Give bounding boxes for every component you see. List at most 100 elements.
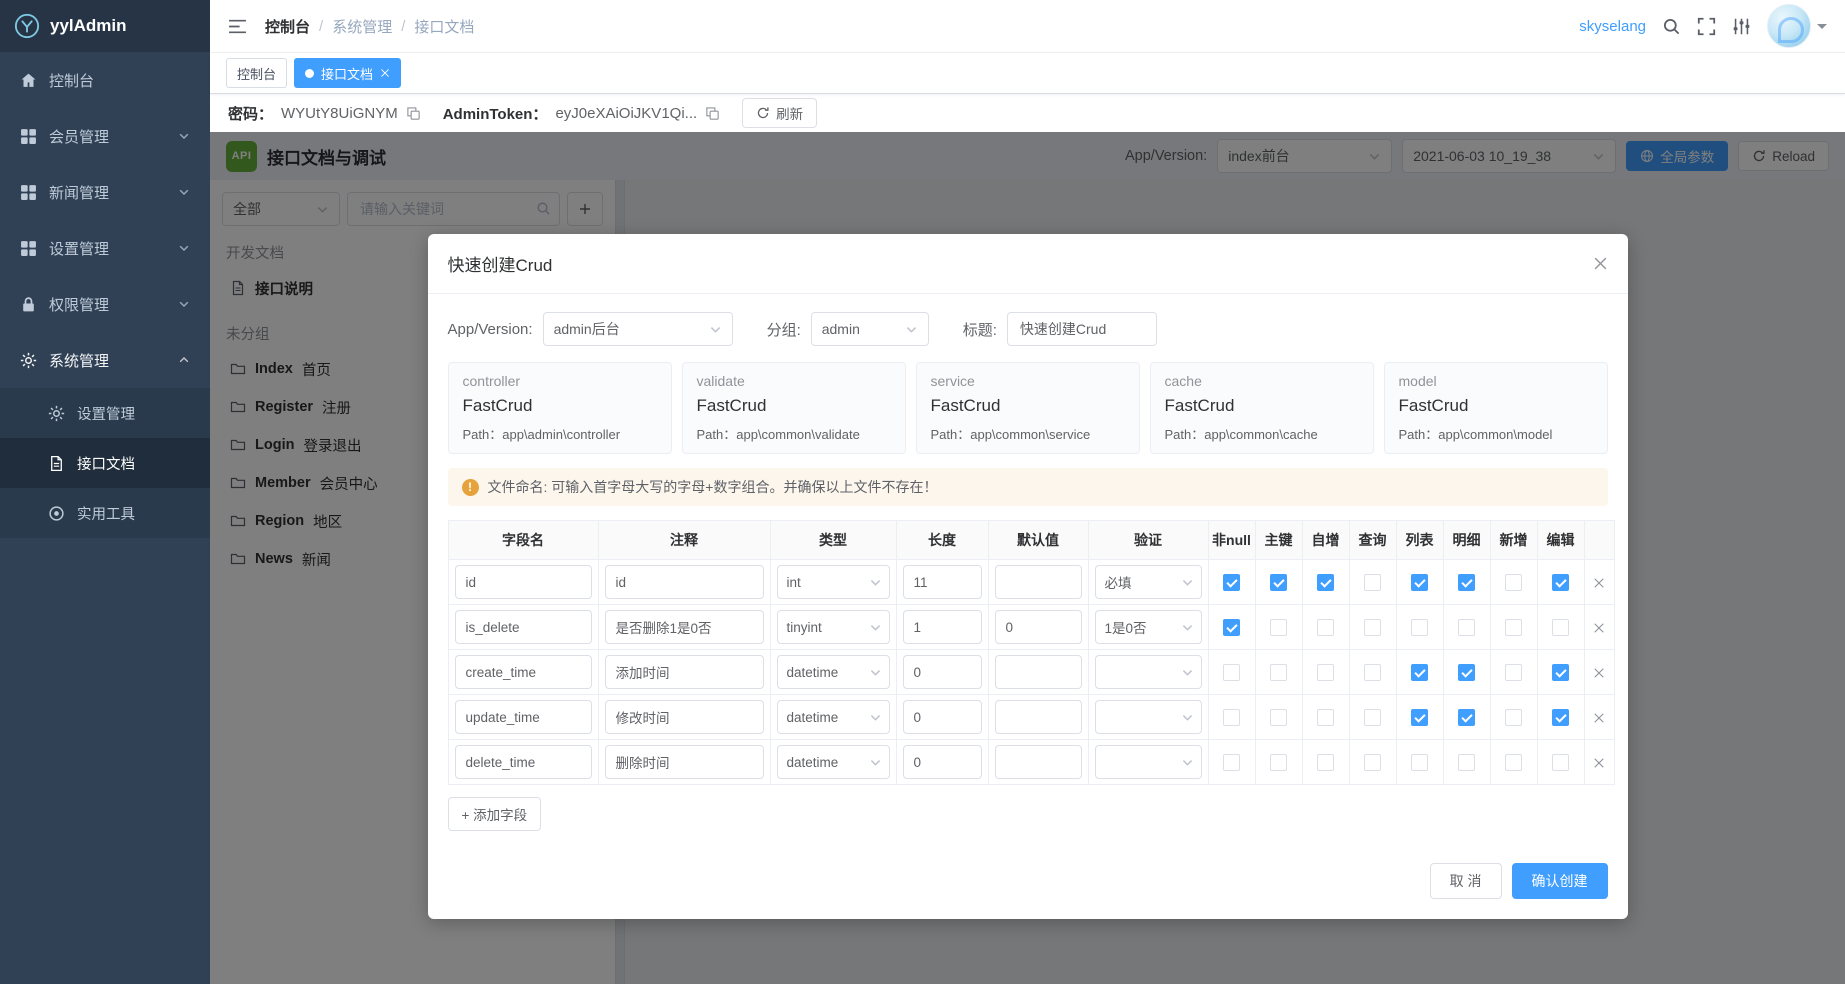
layout-settings-icon[interactable] bbox=[1732, 17, 1751, 36]
checkbox-detail[interactable] bbox=[1458, 753, 1475, 771]
checkbox-primary-key[interactable] bbox=[1270, 573, 1287, 591]
checkbox-query[interactable] bbox=[1364, 708, 1381, 726]
checkbox-detail[interactable] bbox=[1458, 618, 1475, 636]
checkbox-auto-increment[interactable] bbox=[1317, 573, 1334, 591]
username-link[interactable]: skyselang bbox=[1579, 18, 1646, 35]
sidebar-item-auth[interactable]: 权限管理 bbox=[0, 276, 210, 332]
checkbox-not-null[interactable] bbox=[1223, 753, 1240, 771]
field-type-select[interactable]: datetime bbox=[776, 655, 890, 689]
checkbox-add[interactable] bbox=[1505, 573, 1522, 591]
close-dialog-icon[interactable] bbox=[1593, 256, 1608, 271]
checkbox-add[interactable] bbox=[1505, 663, 1522, 681]
checkbox-auto-increment[interactable] bbox=[1317, 708, 1334, 726]
field-validate-select[interactable] bbox=[1094, 655, 1202, 689]
crud-title-input[interactable] bbox=[1006, 312, 1157, 346]
field-validate-select[interactable]: 1是0否 bbox=[1094, 610, 1202, 644]
tab-console[interactable]: 控制台 bbox=[226, 58, 288, 88]
field-length-input[interactable] bbox=[902, 700, 982, 734]
field-name-input[interactable] bbox=[454, 610, 592, 644]
sidebar-item-api-doc[interactable]: 接口文档 bbox=[0, 438, 210, 488]
field-comment-input[interactable] bbox=[604, 565, 764, 599]
checkbox-list[interactable] bbox=[1411, 708, 1428, 726]
sidebar-item-member[interactable]: 会员管理 bbox=[0, 108, 210, 164]
checkbox-list[interactable] bbox=[1411, 573, 1428, 591]
checkbox-add[interactable] bbox=[1505, 618, 1522, 636]
user-menu[interactable] bbox=[1767, 4, 1827, 48]
sidebar-item-dashboard[interactable]: 控制台 bbox=[0, 52, 210, 108]
refresh-token-button[interactable]: 刷新 bbox=[742, 98, 818, 128]
checkbox-query[interactable] bbox=[1364, 663, 1381, 681]
checkbox-list[interactable] bbox=[1411, 618, 1428, 636]
checkbox-auto-increment[interactable] bbox=[1317, 753, 1334, 771]
add-field-button[interactable]: + 添加字段 bbox=[447, 797, 542, 831]
checkbox-primary-key[interactable] bbox=[1270, 663, 1287, 681]
modal-app-version-select[interactable]: admin后台 bbox=[542, 312, 733, 346]
search-icon[interactable] bbox=[1662, 17, 1681, 36]
checkbox-add[interactable] bbox=[1505, 753, 1522, 771]
checkbox-list[interactable] bbox=[1411, 753, 1428, 771]
checkbox-edit[interactable] bbox=[1552, 753, 1569, 771]
delete-row-icon[interactable] bbox=[1593, 622, 1605, 634]
delete-row-icon[interactable] bbox=[1593, 712, 1605, 724]
checkbox-edit[interactable] bbox=[1552, 618, 1569, 636]
checkbox-auto-increment[interactable] bbox=[1317, 663, 1334, 681]
field-type-select[interactable]: datetime bbox=[776, 700, 890, 734]
sidebar-item-system[interactable]: 系统管理 bbox=[0, 332, 210, 388]
field-default-input[interactable] bbox=[994, 745, 1082, 779]
field-default-input[interactable] bbox=[994, 610, 1082, 644]
field-length-input[interactable] bbox=[902, 610, 982, 644]
checkbox-primary-key[interactable] bbox=[1270, 708, 1287, 726]
close-tab-icon[interactable] bbox=[380, 68, 390, 78]
checkbox-detail[interactable] bbox=[1458, 573, 1475, 591]
checkbox-add[interactable] bbox=[1505, 708, 1522, 726]
fullscreen-icon[interactable] bbox=[1697, 17, 1716, 36]
avatar[interactable] bbox=[1767, 4, 1811, 48]
sidebar-item-system-setting[interactable]: 设置管理 bbox=[0, 388, 210, 438]
checkbox-edit[interactable] bbox=[1552, 573, 1569, 591]
delete-row-icon[interactable] bbox=[1593, 667, 1605, 679]
checkbox-edit[interactable] bbox=[1552, 663, 1569, 681]
group-select[interactable]: admin bbox=[810, 312, 929, 346]
checkbox-detail[interactable] bbox=[1458, 708, 1475, 726]
checkbox-query[interactable] bbox=[1364, 753, 1381, 771]
breadcrumb-item[interactable]: 控制台 bbox=[265, 16, 310, 37]
field-validate-select[interactable]: 必填 bbox=[1094, 565, 1202, 599]
field-name-input[interactable] bbox=[454, 745, 592, 779]
field-comment-input[interactable] bbox=[604, 610, 764, 644]
checkbox-detail[interactable] bbox=[1458, 663, 1475, 681]
checkbox-auto-increment[interactable] bbox=[1317, 618, 1334, 636]
field-default-input[interactable] bbox=[994, 700, 1082, 734]
checkbox-primary-key[interactable] bbox=[1270, 618, 1287, 636]
tab-api-doc[interactable]: 接口文档 bbox=[294, 58, 402, 88]
checkbox-not-null[interactable] bbox=[1223, 618, 1240, 636]
checkbox-primary-key[interactable] bbox=[1270, 753, 1287, 771]
field-comment-input[interactable] bbox=[604, 655, 764, 689]
field-type-select[interactable]: datetime bbox=[776, 745, 890, 779]
sidebar-item-setting[interactable]: 设置管理 bbox=[0, 220, 210, 276]
field-default-input[interactable] bbox=[994, 655, 1082, 689]
field-validate-select[interactable] bbox=[1094, 700, 1202, 734]
field-type-select[interactable]: int bbox=[776, 565, 890, 599]
cancel-button[interactable]: 取 消 bbox=[1429, 863, 1502, 899]
field-comment-input[interactable] bbox=[604, 745, 764, 779]
field-length-input[interactable] bbox=[902, 745, 982, 779]
checkbox-not-null[interactable] bbox=[1223, 708, 1240, 726]
checkbox-not-null[interactable] bbox=[1223, 573, 1240, 591]
checkbox-query[interactable] bbox=[1364, 573, 1381, 591]
field-name-input[interactable] bbox=[454, 565, 592, 599]
field-length-input[interactable] bbox=[902, 565, 982, 599]
field-comment-input[interactable] bbox=[604, 700, 764, 734]
checkbox-query[interactable] bbox=[1364, 618, 1381, 636]
field-name-input[interactable] bbox=[454, 700, 592, 734]
admintoken-copy-icon[interactable] bbox=[705, 106, 720, 121]
breadcrumb-item[interactable]: 接口文档 bbox=[414, 16, 474, 37]
checkbox-list[interactable] bbox=[1411, 663, 1428, 681]
hamburger-icon[interactable] bbox=[228, 19, 247, 34]
checkbox-not-null[interactable] bbox=[1223, 663, 1240, 681]
field-name-input[interactable] bbox=[454, 655, 592, 689]
field-default-input[interactable] bbox=[994, 565, 1082, 599]
confirm-create-button[interactable]: 确认创建 bbox=[1511, 863, 1608, 899]
field-type-select[interactable]: tinyint bbox=[776, 610, 890, 644]
password-copy-icon[interactable] bbox=[406, 106, 421, 121]
field-length-input[interactable] bbox=[902, 655, 982, 689]
